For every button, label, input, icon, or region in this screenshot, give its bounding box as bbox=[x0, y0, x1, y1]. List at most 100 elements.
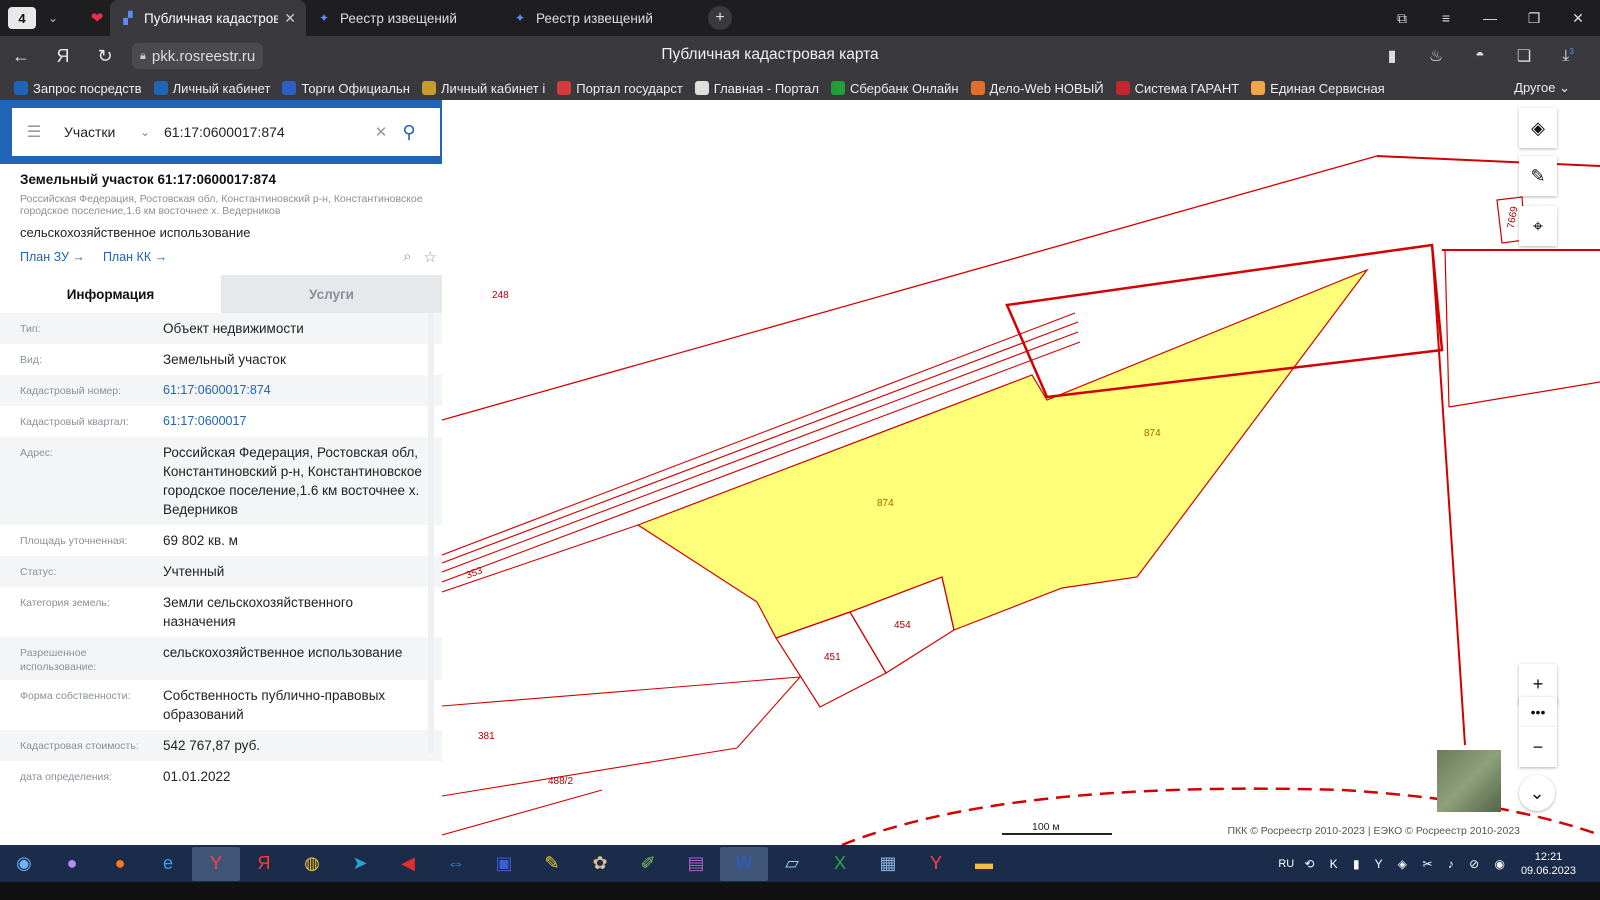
vpn-icon[interactable]: ◓ bbox=[1458, 47, 1502, 65]
winrar-icon[interactable]: ▤ bbox=[672, 847, 720, 881]
star-icon[interactable]: ☆ bbox=[424, 248, 437, 266]
bookmark-item[interactable]: Портал государст bbox=[557, 81, 683, 96]
ie-icon[interactable]: e bbox=[144, 847, 192, 881]
chrome-icon[interactable]: ◍ bbox=[288, 847, 336, 881]
compass-icon[interactable]: ⌄ bbox=[1519, 775, 1555, 811]
tray-icons[interactable]: ⟲ K ▮ Y ◈ ✂ ♪ ⊘ ◉ bbox=[1304, 857, 1511, 871]
menu-icon[interactable]: ≡ bbox=[1424, 10, 1468, 26]
bookmark-icon[interactable]: ▮ bbox=[1370, 46, 1414, 66]
plan-zu-link[interactable]: План ЗУ → bbox=[20, 250, 85, 264]
word-icon[interactable]: W bbox=[720, 846, 768, 881]
basemap-thumbnail[interactable] bbox=[1437, 750, 1501, 812]
locate-icon[interactable]: ⌖ bbox=[1519, 206, 1557, 246]
bookmark-item[interactable]: Единая Сервисная bbox=[1251, 81, 1385, 96]
editor-icon[interactable]: ✐ bbox=[624, 847, 672, 881]
anydesk-icon[interactable]: ◀ bbox=[384, 847, 432, 881]
boundary-line bbox=[1376, 155, 1600, 167]
close-icon[interactable]: ✕ bbox=[284, 10, 296, 27]
more-icon[interactable]: ••• bbox=[1519, 697, 1557, 727]
bookmark-item[interactable]: Запрос посредств bbox=[14, 81, 142, 96]
tab-counter[interactable]: 4 bbox=[8, 7, 36, 29]
close-window-icon[interactable]: ✕ bbox=[1556, 10, 1600, 27]
ruler-icon[interactable]: ✎ bbox=[1519, 156, 1557, 196]
bookmark-item[interactable]: Система ГАРАНТ bbox=[1115, 80, 1240, 96]
browser-tabbar: 4 ⌄ ❤ ▞ Публичная кадастрова ✕ ✦ Реестр … bbox=[0, 0, 1600, 36]
url-field[interactable]: 🔒︎ pkk.rosreestr.ru bbox=[132, 43, 264, 69]
attribute-label: Разрешенное использование: bbox=[20, 647, 97, 673]
bookmark-item[interactable]: Главная - Портал bbox=[694, 81, 819, 96]
chevron-down-icon[interactable]: ⌄ bbox=[42, 11, 64, 25]
yandex-icon[interactable]: Я bbox=[42, 46, 84, 67]
yandex-browser-icon[interactable]: Y bbox=[192, 846, 240, 881]
bookmark-item[interactable]: Личный кабинет bbox=[153, 81, 270, 96]
save-icon[interactable]: ▣ bbox=[480, 847, 528, 881]
telegram-icon[interactable]: ➤ bbox=[336, 847, 384, 881]
tab-pkk[interactable]: ▞ Публичная кадастрова ✕ bbox=[110, 0, 306, 36]
clock-time: 12:21 bbox=[1534, 850, 1563, 863]
cadastral-map[interactable]: 248 874 874 353 454 451 381 488/2 7669 ◈… bbox=[442, 100, 1600, 845]
paint-icon[interactable]: ✎ bbox=[528, 847, 576, 881]
tab-registry-1[interactable]: ✦ Реестр извещений bbox=[306, 0, 502, 36]
attribute-label: Площадь уточненная: bbox=[20, 535, 128, 547]
clear-icon[interactable]: ✕ bbox=[368, 123, 394, 141]
attribute-value: Объект недвижимости bbox=[163, 321, 304, 336]
excel-icon[interactable]: X bbox=[816, 847, 864, 881]
notes-icon[interactable]: ▱ bbox=[768, 847, 816, 881]
tab-information[interactable]: Информация bbox=[0, 275, 221, 313]
chevron-down-icon[interactable]: ⌄ bbox=[140, 125, 160, 139]
firefox-icon[interactable]: ● bbox=[96, 847, 144, 881]
bookmark-item[interactable]: Дело-Web НОВЫЙ bbox=[970, 81, 1104, 96]
language-indicator[interactable]: RU bbox=[1278, 858, 1294, 870]
zoom-to-object-icon[interactable]: ⌕ bbox=[403, 248, 411, 266]
layers-icon[interactable]: ◈ bbox=[1519, 108, 1557, 148]
collections-icon[interactable]: ❏ bbox=[1502, 46, 1546, 66]
attribute-row: Форма собственности: Собственность публич… bbox=[0, 680, 442, 730]
palette-icon[interactable]: ✿ bbox=[576, 847, 624, 881]
teamviewer-icon[interactable]: ⇔ bbox=[432, 847, 480, 881]
new-tab-button[interactable]: + bbox=[708, 6, 732, 30]
boundary-line bbox=[442, 747, 738, 797]
clock[interactable]: 12:21 09.06.2023 bbox=[1521, 850, 1576, 878]
zoom-out-button[interactable]: − bbox=[1519, 727, 1557, 767]
attribute-row: Адрес: Российская Федерация, Ростовская о… bbox=[0, 437, 442, 525]
attribute-label: Тип: bbox=[20, 323, 41, 335]
search-input[interactable] bbox=[164, 124, 368, 140]
pc-icon[interactable]: ▦ bbox=[864, 847, 912, 881]
panel-scrollbar[interactable] bbox=[428, 313, 434, 753]
bookmark-favicon-icon bbox=[1115, 81, 1130, 95]
bookmark-item[interactable]: Торги Официальн bbox=[282, 81, 410, 96]
restore-icon[interactable]: ❐ bbox=[1512, 10, 1556, 27]
downloads-icon[interactable]: ⤓3 bbox=[1546, 47, 1590, 65]
tab-services[interactable]: Услуги bbox=[221, 275, 442, 313]
hamburger-icon[interactable]: ☰ bbox=[12, 122, 56, 142]
yandex-browser-2-icon[interactable]: Y bbox=[912, 847, 960, 881]
back-icon[interactable]: ← bbox=[0, 46, 42, 67]
bookmark-panel-icon[interactable]: ⧉ bbox=[1380, 10, 1424, 27]
bookmarks-bar: Запрос посредств Личный кабинет Торги Офиц… bbox=[0, 76, 1600, 100]
minimize-icon[interactable]: — bbox=[1468, 10, 1512, 26]
yandex-icon[interactable]: Я bbox=[240, 847, 288, 881]
attribute-link[interactable]: 61:17:0600017:874 bbox=[163, 381, 429, 400]
reload-icon[interactable]: ↻ bbox=[84, 46, 126, 67]
alice-icon[interactable]: ● bbox=[48, 847, 96, 881]
bookmarks-other[interactable]: Другое ⌄ bbox=[1514, 80, 1570, 96]
map-label: 381 bbox=[478, 731, 495, 742]
start-icon[interactable]: ◉ bbox=[0, 847, 48, 881]
folder-icon[interactable]: ▬ bbox=[960, 847, 1008, 881]
search-type-select[interactable]: Участки bbox=[64, 124, 140, 140]
search-icon[interactable]: ⚲ bbox=[394, 122, 424, 143]
window-controls: ⧉ ≡ — ❐ ✕ bbox=[1380, 0, 1600, 36]
tab-registry-2[interactable]: ✦ Реестр извещений bbox=[502, 0, 698, 36]
attribute-link[interactable]: 61:17:0600017 bbox=[163, 412, 429, 431]
bookmark-label: Система ГАРАНТ bbox=[1134, 80, 1240, 96]
bookmarks-other-label: Другое bbox=[1514, 80, 1556, 95]
bookmark-favicon-icon bbox=[557, 81, 572, 95]
search-box: ☰ Участки ⌄ ✕ ⚲ bbox=[12, 108, 440, 156]
plan-kk-link[interactable]: План КК → bbox=[103, 250, 167, 264]
bookmark-item[interactable]: Сбербанк Онлайн bbox=[830, 81, 959, 96]
bookmark-item[interactable]: Личный кабинет і bbox=[421, 81, 545, 96]
attribute-label: Категория земель: bbox=[20, 597, 110, 609]
bookmark-favicon-icon bbox=[830, 81, 845, 95]
favorites-heart-icon[interactable]: ❤ bbox=[84, 9, 110, 27]
extension-icon[interactable]: ♨ bbox=[1414, 46, 1458, 66]
